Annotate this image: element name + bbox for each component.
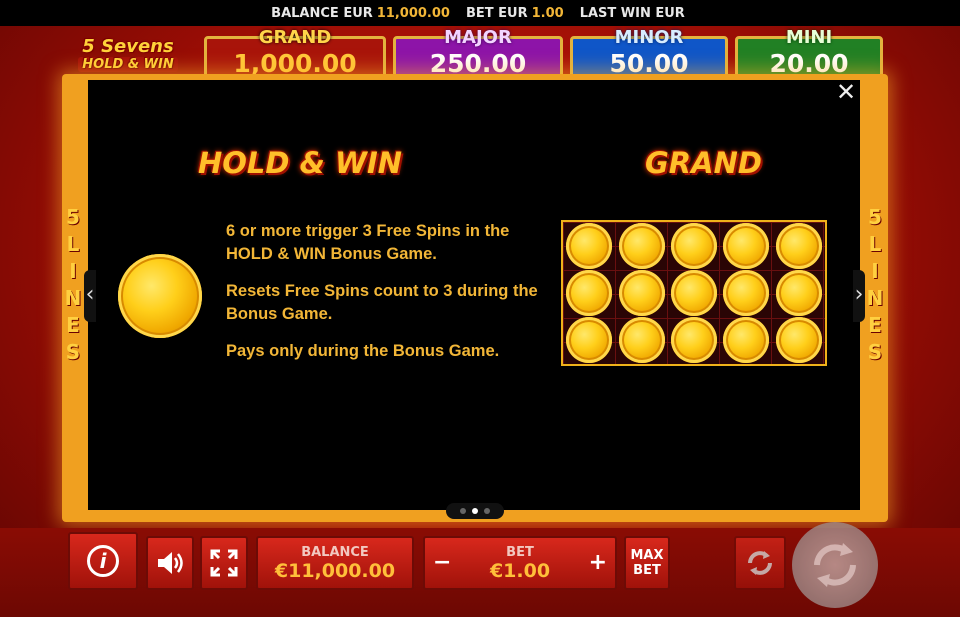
page-dot[interactable] <box>472 508 478 514</box>
bet-label: BET <box>506 544 534 560</box>
lines-letter: N <box>64 286 82 310</box>
paytable-description: Resets Free Spins count to 3 during the … <box>226 282 538 323</box>
lines-letter: I <box>69 259 77 283</box>
info-icon: i <box>87 545 119 577</box>
paytable-heading-hold-win: HOLD & WIN <box>198 146 403 180</box>
top-bet-label: BET EUR <box>465 5 528 21</box>
lines-letter: E <box>66 313 80 337</box>
lines-letter: N <box>866 286 884 310</box>
top-balance-label: BALANCE EUR <box>271 5 373 21</box>
gold-coin-icon <box>671 317 717 364</box>
jackpot-mini-label: MINI <box>785 27 833 48</box>
top-bet: BET EUR 1.00 <box>466 6 564 21</box>
gold-coin-icon <box>775 222 822 269</box>
paytable-description: Pays only during the Bonus Game. <box>226 342 500 360</box>
gold-coin-icon <box>775 270 822 316</box>
lines-indicator-left: 5 L I N E S <box>64 204 82 366</box>
top-bet-value: 1.00 <box>531 5 564 21</box>
balance-display: BALANCE €11,000.00 <box>256 536 414 590</box>
gold-coin-icon <box>671 222 717 269</box>
bet-value: €1.00 <box>489 559 551 582</box>
gold-coin-icon <box>566 222 613 269</box>
speaker-icon <box>158 552 183 574</box>
jackpot-major-label: MAJOR <box>444 27 512 48</box>
gold-coin-icon <box>566 270 613 316</box>
top-last-win-label: LAST WIN EUR <box>579 5 685 21</box>
gold-coin-icon <box>118 254 202 338</box>
balance-value: €11,000.00 <box>274 559 396 582</box>
paytable-heading-grand: GRAND <box>645 146 762 180</box>
lines-letter: E <box>868 313 882 337</box>
bet-increase-button[interactable]: + <box>589 550 607 575</box>
close-icon[interactable]: ✕ <box>836 80 856 104</box>
page-dot[interactable] <box>460 508 466 514</box>
chevron-left-icon[interactable]: ‹ <box>84 270 96 322</box>
sound-button[interactable] <box>146 536 194 590</box>
info-button[interactable]: i <box>68 532 138 590</box>
lines-letter: S <box>867 340 883 364</box>
fullscreen-button[interactable] <box>200 536 248 590</box>
gold-coin-icon <box>566 317 613 364</box>
lines-number: 5 <box>66 205 80 229</box>
lines-letter: L <box>66 232 80 256</box>
top-last-win: LAST WIN EUR <box>580 6 689 21</box>
top-status-bar: BALANCE EUR 11,000.00 BET EUR 1.00 LAST … <box>0 0 960 26</box>
gold-coin-icon <box>618 222 665 269</box>
autoplay-button[interactable] <box>734 536 786 590</box>
logo-title: 5 Sevens <box>82 35 174 57</box>
spin-icon <box>814 543 856 587</box>
page-indicator <box>446 503 504 519</box>
lines-letter: I <box>871 259 879 283</box>
lines-number: 5 <box>868 205 882 229</box>
spin-button[interactable] <box>792 522 878 608</box>
lines-letter: L <box>868 232 882 256</box>
paytable-description: 6 or more trigger 3 Free Spins in the HO… <box>226 222 510 263</box>
page-dot[interactable] <box>484 508 490 514</box>
fullscreen-icon <box>210 549 238 577</box>
bet-decrease-button[interactable]: − <box>433 550 451 575</box>
gold-coin-icon <box>775 317 822 364</box>
lines-indicator-right: 5 L I N E S <box>866 204 884 366</box>
top-balance-value: 11,000.00 <box>376 5 450 21</box>
top-balance: BALANCE EUR 11,000.00 <box>271 6 450 21</box>
logo-subtitle: HOLD & WIN <box>78 56 178 72</box>
gold-coin-icon <box>723 222 770 269</box>
jackpot-minor-label: MINOR <box>614 27 684 48</box>
gold-coin-icon <box>618 317 665 364</box>
max-bet-label: MAX <box>630 548 664 563</box>
max-bet-button[interactable]: MAX BET <box>624 536 670 590</box>
gold-coin-icon <box>671 270 717 316</box>
balance-label: BALANCE <box>301 544 369 560</box>
chevron-right-icon[interactable]: › <box>853 270 865 322</box>
gold-coin-icon <box>618 270 665 316</box>
gold-coin-icon <box>723 270 770 316</box>
grand-coin-grid <box>561 220 827 366</box>
gold-coin-icon <box>723 317 770 364</box>
jackpot-grand-label: GRAND <box>258 27 332 48</box>
game-logo: 5 Sevens HOLD & WIN <box>64 30 192 78</box>
lines-letter: S <box>65 340 81 364</box>
autoplay-icon <box>748 551 772 575</box>
bet-control: − BET €1.00 + <box>423 536 617 590</box>
max-bet-label: BET <box>633 563 661 578</box>
